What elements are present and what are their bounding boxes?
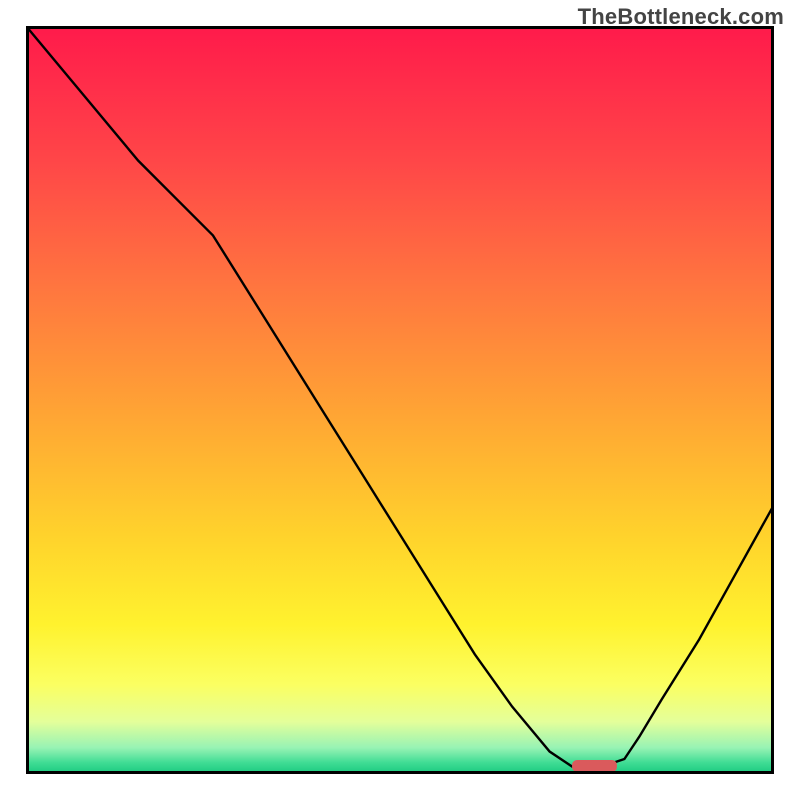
gradient-background: [26, 26, 774, 774]
optimal-marker: [572, 760, 617, 772]
bottleneck-plot: [26, 26, 774, 774]
chart-container: TheBottleneck.com: [0, 0, 800, 800]
watermark-text: TheBottleneck.com: [578, 4, 784, 30]
